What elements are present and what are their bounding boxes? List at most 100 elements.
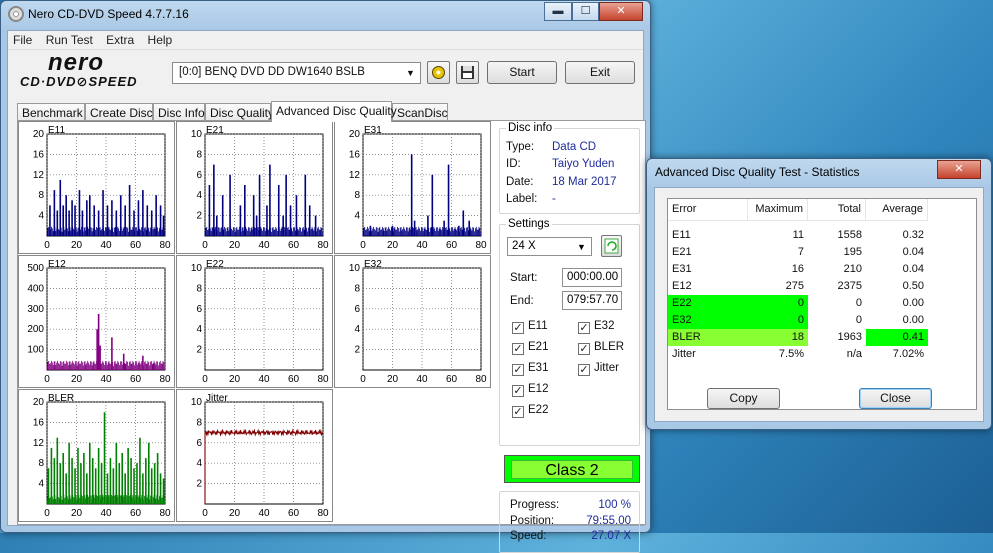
y-tick-label: 8 <box>38 458 44 469</box>
y-tick-label: 2 <box>196 479 202 490</box>
advanced-disc-quality-panel: 0 20 40 60 80 4 8 12 16 20 E11 0 20 40 60 80 2 4 6 8 10 E21 … <box>17 120 646 553</box>
checkbox-jitter[interactable]: ✓ Jitter <box>578 362 619 376</box>
tab-disc-info[interactable]: Disc Info <box>153 103 205 121</box>
table-cell-max: 7.5% <box>778 348 804 360</box>
table-row: E11 11 1558 0.32 <box>668 227 976 244</box>
start-input[interactable]: 000:00.00 <box>562 268 622 287</box>
disc-info-group: Disc info Type: Data CD ID: Taiyo Yuden … <box>499 122 640 214</box>
table-cell-avg: 0.00 <box>902 297 924 309</box>
checkbox-e11[interactable]: ✓ E11 <box>512 320 548 334</box>
x-tick-label: 0 <box>44 240 50 251</box>
y-tick-label: 100 <box>27 345 44 356</box>
exit-button[interactable]: Exit <box>565 61 635 84</box>
checkmark-icon: ✓ <box>512 364 524 376</box>
tab-advanced-disc-quality[interactable]: Advanced Disc Quality <box>271 101 397 122</box>
x-tick-label: 60 <box>130 374 142 385</box>
table-row: E21 7 195 0.04 <box>668 244 976 261</box>
end-input[interactable]: 079:57.70 <box>562 291 622 310</box>
x-tick-label: 60 <box>446 240 458 251</box>
menu-bar: File Run Test Extra Help <box>8 31 643 50</box>
table-cell-max: 0 <box>748 312 808 329</box>
id-label: ID: <box>506 158 521 170</box>
menu-file[interactable]: File <box>8 31 37 49</box>
statistics-close-x-button[interactable]: ✕ <box>937 160 981 179</box>
chart-title: E31 <box>364 125 382 136</box>
checkbox-e21-label: E21 <box>528 341 549 353</box>
start-button[interactable]: Start <box>487 61 557 84</box>
drive-select[interactable]: [0:0] BENQ DVD DD DW1640 BSLB ▼ <box>172 62 421 84</box>
checkbox-bler[interactable]: ✓ BLER <box>578 341 624 355</box>
tab-disc-quality[interactable]: Disc Quality <box>205 103 274 121</box>
title-bar[interactable]: Nero CD-DVD Speed 4.7.7.16 ▬ ☐ ✕ <box>1 1 650 27</box>
y-tick-label: 8 <box>196 283 202 294</box>
x-tick-label: 60 <box>288 240 300 251</box>
close-button[interactable]: ✕ <box>599 2 643 21</box>
type-value: Data CD <box>552 141 597 153</box>
chart-title: Jitter <box>206 393 228 404</box>
x-tick-label: 40 <box>100 374 112 385</box>
chart-title: E11 <box>48 125 65 136</box>
speed-select[interactable]: 24 X ▼ <box>507 237 592 256</box>
table-cell-total: 0 <box>855 314 862 326</box>
chart-e22: 0 20 40 60 80 2 4 6 8 10 E22 <box>176 255 333 388</box>
tab-create-disc[interactable]: Create Disc <box>85 103 153 121</box>
chart-svg: 0 20 40 60 80 2 4 6 8 10 E22 <box>191 259 329 385</box>
logo-text-top: nero <box>48 49 105 76</box>
y-tick-label: 6 <box>196 438 202 449</box>
logo-text-bottom: CD·DVD⊘SPEED <box>20 74 138 89</box>
checkmark-icon: ✓ <box>578 322 590 334</box>
table-cell-total: 210 <box>843 263 862 275</box>
progress-label: Progress: <box>510 499 560 511</box>
drive-info-button[interactable] <box>427 61 450 84</box>
copy-button[interactable]: Copy <box>707 388 780 409</box>
x-tick-label: 20 <box>229 374 241 385</box>
table-cell-error: Jitter <box>672 348 696 360</box>
checkbox-e31[interactable]: ✓ E31 <box>512 362 548 376</box>
y-tick-label: 400 <box>27 283 44 294</box>
maximize-button[interactable]: ☐ <box>572 2 599 21</box>
table-cell-error: E11 <box>672 229 691 241</box>
table-cell-max: 7 <box>797 246 804 258</box>
x-tick-label: 40 <box>100 508 112 519</box>
tab-scandisc[interactable]: ScanDisc <box>392 103 448 121</box>
x-tick-label: 40 <box>100 240 112 251</box>
refresh-speed-button[interactable] <box>601 235 622 257</box>
checkbox-e32[interactable]: ✓ E32 <box>578 320 614 334</box>
menu-help[interactable]: Help <box>143 31 178 49</box>
chart-svg: 0 20 40 60 8048121620 E31 <box>349 125 487 251</box>
checkmark-icon: ✓ <box>512 385 524 397</box>
x-tick-label: 20 <box>387 240 399 251</box>
checkbox-e22[interactable]: ✓ E22 <box>512 404 548 418</box>
statistics-close-button[interactable]: Close <box>859 388 932 409</box>
checkbox-e12[interactable]: ✓ E12 <box>512 383 548 397</box>
chart-title: BLER <box>48 393 74 404</box>
menu-run-test[interactable]: Run Test <box>41 31 98 49</box>
x-tick-label: 0 <box>360 374 366 385</box>
table-cell-avg: 0.04 <box>902 263 924 275</box>
checkbox-e21[interactable]: ✓ E21 <box>512 341 548 355</box>
table-cell-error: E21 <box>672 246 692 258</box>
y-tick-label: 6 <box>196 304 202 315</box>
disc-icon <box>8 6 24 22</box>
tab-benchmark[interactable]: Benchmark <box>17 103 85 121</box>
y-tick-label: 8 <box>196 417 202 428</box>
speed-select-value: 24 X <box>512 240 536 252</box>
col-maximum: Maximum <box>748 199 808 221</box>
y-tick-label: 8 <box>196 149 202 160</box>
y-tick-label: 4 <box>38 211 44 222</box>
table-cell-max: 11 <box>792 229 804 241</box>
checkbox-bler-label: BLER <box>594 341 625 353</box>
menu-extra[interactable]: Extra <box>101 31 139 49</box>
table-row: E31 16 210 0.04 <box>668 261 976 278</box>
table-row: E12 275 2375 0.50 <box>668 278 976 295</box>
table-row: E32 0 0 0.00 <box>668 312 976 329</box>
minimize-button[interactable]: ▬ <box>544 2 572 21</box>
y-tick-label: 12 <box>33 438 45 449</box>
progress-group: Progress: 100 % Position: 79:55.00 Speed… <box>499 491 640 553</box>
save-button[interactable] <box>456 61 479 84</box>
y-tick-label: 12 <box>33 170 45 181</box>
table-cell-error: E32 <box>668 312 748 329</box>
statistics-title-bar[interactable]: Advanced Disc Quality Test - Statistics … <box>647 159 991 185</box>
y-tick-label: 500 <box>27 263 44 274</box>
x-tick-label: 0 <box>44 374 50 385</box>
